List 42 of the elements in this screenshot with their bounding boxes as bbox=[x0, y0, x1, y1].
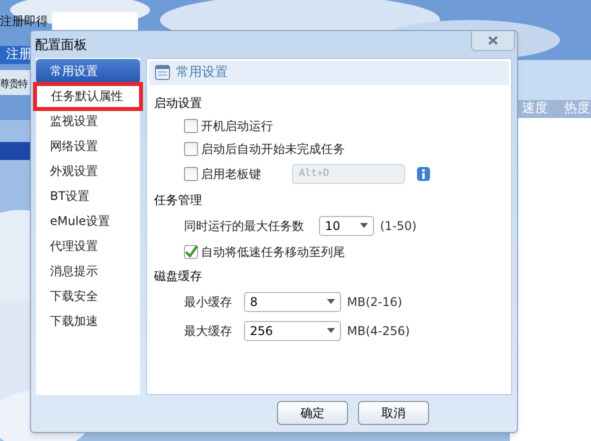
sidebar-item[interactable]: 代理设置 bbox=[36, 234, 140, 258]
caret-icon bbox=[327, 328, 335, 333]
background-label: 尊贵特 bbox=[0, 78, 27, 92]
dialog-title: 配置面板 bbox=[34, 37, 87, 55]
range-hint: MB(2-16) bbox=[347, 294, 402, 310]
checkbox[interactable] bbox=[184, 118, 198, 132]
section-title: 任务管理 bbox=[154, 192, 203, 208]
sidebar-item[interactable]: 外观设置 bbox=[36, 158, 140, 184]
close-icon bbox=[488, 36, 498, 45]
dropdown[interactable]: 10 bbox=[319, 216, 374, 236]
dropdown[interactable]: 8 bbox=[244, 292, 341, 312]
dialog-button[interactable]: 确定 bbox=[277, 401, 348, 426]
sidebar-item[interactable]: 监视设置 bbox=[36, 108, 140, 134]
checkbox[interactable] bbox=[184, 142, 198, 156]
checkbox-label: 自动将低速任务移动至列尾 bbox=[201, 244, 345, 260]
sidebar-item[interactable]: eMule设置 bbox=[36, 208, 140, 234]
range-hint: MB(4-256) bbox=[347, 322, 410, 340]
field-label: 同时运行的最大任务数 bbox=[184, 218, 305, 234]
dialog-button[interactable]: 取消 bbox=[358, 401, 429, 426]
background-input[interactable] bbox=[52, 12, 138, 32]
sidebar-item[interactable]: BT设置 bbox=[36, 184, 140, 208]
checkbox-label: 启动后自动开始未完成任务 bbox=[201, 140, 345, 158]
sidebar-item[interactable]: 常用设置 bbox=[36, 58, 140, 84]
window-icon bbox=[155, 65, 170, 80]
dropdown[interactable]: 256 bbox=[244, 320, 341, 340]
field-label: 最大缓存 bbox=[184, 322, 233, 340]
close-button[interactable] bbox=[471, 31, 515, 51]
range-hint: (1-50) bbox=[380, 218, 417, 234]
checkbox-checked-icon[interactable] bbox=[184, 244, 198, 258]
caret-icon bbox=[327, 299, 335, 304]
sidebar-item[interactable]: 下载加速 bbox=[36, 308, 140, 334]
sidebar-item[interactable]: 网络设置 bbox=[36, 134, 140, 158]
section-title: 磁盘缓存 bbox=[154, 268, 203, 284]
sidebar-item[interactable]: 下载安全 bbox=[36, 284, 140, 308]
info-icon[interactable] bbox=[417, 166, 430, 180]
panel-title: 常用设置 bbox=[176, 64, 228, 82]
field-label: 最小缓存 bbox=[184, 294, 233, 310]
checkbox-label: 开机启动运行 bbox=[201, 118, 273, 134]
sidebar-item[interactable]: 消息提示 bbox=[36, 258, 140, 284]
section-title: 启动设置 bbox=[154, 94, 203, 112]
checkbox-label: 启用老板键 bbox=[201, 166, 262, 182]
caret-icon bbox=[360, 223, 368, 228]
